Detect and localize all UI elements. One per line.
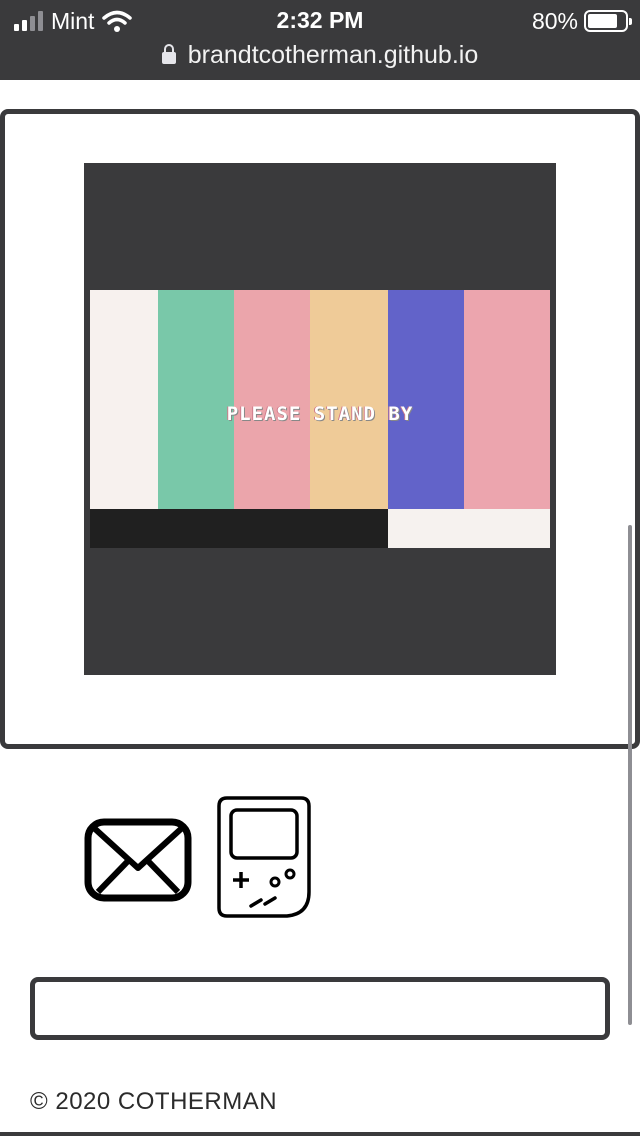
- address-bar[interactable]: brandtcotherman.github.io: [0, 38, 640, 72]
- url-text[interactable]: brandtcotherman.github.io: [188, 41, 478, 70]
- battery-percent: 80%: [531, 7, 578, 34]
- standby-caption: PLEASE STAND BY: [226, 403, 414, 425]
- scrollbar[interactable]: [628, 525, 632, 1025]
- color-bar: [234, 290, 310, 509]
- status-right: 80%: [531, 7, 632, 35]
- mail-icon[interactable]: [84, 816, 192, 904]
- bottom-divider: [0, 1132, 640, 1136]
- footer-copyright: © 2020 COTHERMAN: [30, 1088, 278, 1115]
- gameboy-icon[interactable]: [217, 796, 311, 918]
- lock-icon: [161, 44, 176, 64]
- status-bar: Mint 2:32 PM 80% brandtcotherman.github.…: [0, 0, 640, 80]
- color-bar: [310, 290, 388, 509]
- text-input[interactable]: [30, 977, 610, 1040]
- color-bar: [464, 290, 550, 509]
- color-bar: [158, 290, 234, 509]
- standby-video[interactable]: PLEASE STAND BY: [90, 290, 550, 548]
- color-bars: [90, 290, 550, 509]
- color-bar: [388, 290, 464, 509]
- color-bars-bottom-strip: [90, 509, 550, 548]
- battery-icon: [584, 10, 632, 32]
- color-bar: [90, 290, 158, 509]
